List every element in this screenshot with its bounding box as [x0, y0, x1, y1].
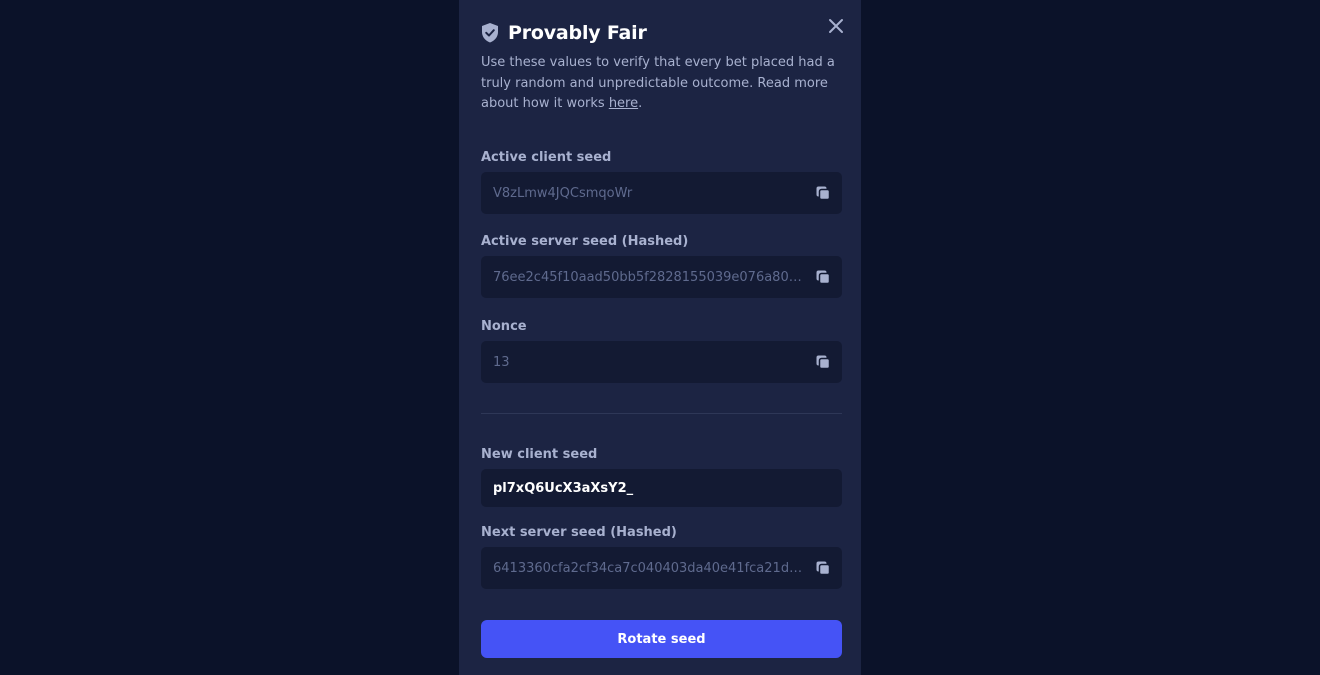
- copy-active-server-seed-button[interactable]: [815, 269, 831, 285]
- close-button[interactable]: [825, 15, 847, 37]
- copy-icon: [816, 270, 831, 285]
- shield-check-icon: [481, 23, 499, 43]
- nonce-value: 13: [493, 354, 510, 370]
- active-server-seed-label: Active server seed (Hashed): [481, 234, 689, 249]
- nonce-label: Nonce: [481, 319, 527, 334]
- copy-nonce-button[interactable]: [815, 354, 831, 370]
- modal-description: Use these values to verify that every be…: [481, 53, 843, 115]
- copy-icon: [816, 561, 831, 576]
- copy-icon: [816, 355, 831, 370]
- description-end: .: [638, 96, 643, 111]
- copy-next-server-seed-button[interactable]: [815, 560, 831, 576]
- new-client-seed-label: New client seed: [481, 447, 598, 462]
- copy-active-client-seed-button[interactable]: [815, 185, 831, 201]
- active-client-seed-label: Active client seed: [481, 150, 612, 165]
- active-client-seed-field: V8zLmw4JQCsmqoWr: [481, 172, 842, 214]
- here-link[interactable]: here: [609, 96, 638, 111]
- next-server-seed-field: 6413360cfa2cf34ca7c040403da40e41fca21d28…: [481, 547, 842, 589]
- section-divider: [481, 413, 842, 414]
- provably-fair-modal: Provably Fair Use these values to verify…: [459, 0, 861, 675]
- copy-icon: [816, 186, 831, 201]
- rotate-seed-button[interactable]: Rotate seed: [481, 620, 842, 658]
- close-icon: [829, 19, 843, 33]
- modal-header: Provably Fair: [481, 22, 647, 44]
- next-server-seed-label: Next server seed (Hashed): [481, 525, 677, 540]
- new-client-seed-value[interactable]: pl7xQ6UcX3aXsY2_: [493, 481, 808, 496]
- active-server-seed-value: 76ee2c45f10aad50bb5f2828155039e076a807bc…: [493, 269, 808, 285]
- active-server-seed-field: 76ee2c45f10aad50bb5f2828155039e076a807bc…: [481, 256, 842, 298]
- next-server-seed-value: 6413360cfa2cf34ca7c040403da40e41fca21d28…: [493, 560, 808, 576]
- active-client-seed-value: V8zLmw4JQCsmqoWr: [493, 185, 633, 201]
- description-text: Use these values to verify that every be…: [481, 55, 835, 111]
- nonce-field: 13: [481, 341, 842, 383]
- new-client-seed-input[interactable]: pl7xQ6UcX3aXsY2_: [481, 469, 842, 507]
- modal-title: Provably Fair: [508, 22, 647, 44]
